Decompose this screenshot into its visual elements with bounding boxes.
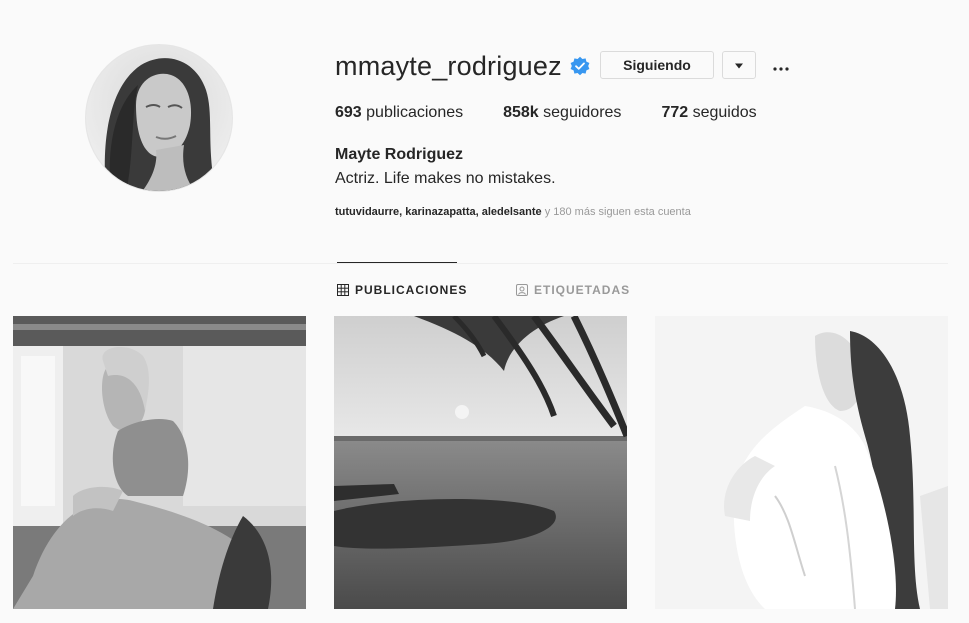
tab-tagged-label: ETIQUETADAS [534,283,631,297]
active-tab-indicator [337,262,457,263]
triangle-down-icon [734,56,744,74]
bio-text: Actriz. Life makes no mistakes. [335,170,556,187]
avatar[interactable] [85,44,233,192]
full-name: Mayte Rodriguez [335,146,464,163]
following-label: seguidos [692,104,757,121]
tab-posts-label: PUBLICACIONES [355,283,468,297]
followed-by-rest: y 180 más siguen esta cuenta [541,206,691,218]
verified-badge-icon [570,56,590,76]
profile-page: mmayte_rodriguez Siguiendo 693 publicaci… [0,0,969,623]
following-count: 772 [661,104,689,121]
more-options-button[interactable] [768,52,794,78]
following-stat[interactable]: 772 seguidos [661,104,756,122]
post-thumbnail[interactable] [655,316,948,609]
followed-by-names: tutuvidaurre, karinazapatta, aledelsante [335,206,542,218]
profile-stats: 693 publicaciones 858k seguidores 772 se… [335,104,797,122]
grid-icon [337,284,349,296]
followed-by[interactable]: tutuvidaurre, karinazapatta, aledelsante… [335,206,691,218]
username: mmayte_rodriguez [335,50,562,81]
followers-count: 858k [503,104,539,121]
username-row: mmayte_rodriguez [335,46,590,86]
ellipsis-icon [773,55,789,76]
post-thumbnail[interactable] [334,316,627,609]
tagged-icon [516,284,528,296]
post-thumbnail[interactable] [13,316,306,609]
posts-label: publicaciones [366,104,464,121]
tab-tagged[interactable]: ETIQUETADAS [516,283,630,297]
posts-count: 693 [335,104,362,121]
tab-posts[interactable]: PUBLICACIONES [337,283,467,297]
following-button[interactable]: Siguiendo [600,51,714,79]
posts-stat: 693 publicaciones [335,104,463,122]
suggestions-dropdown-button[interactable] [722,51,756,79]
followers-label: seguidores [543,104,622,121]
tabs-divider [13,263,948,264]
followers-stat[interactable]: 858k seguidores [503,104,621,122]
